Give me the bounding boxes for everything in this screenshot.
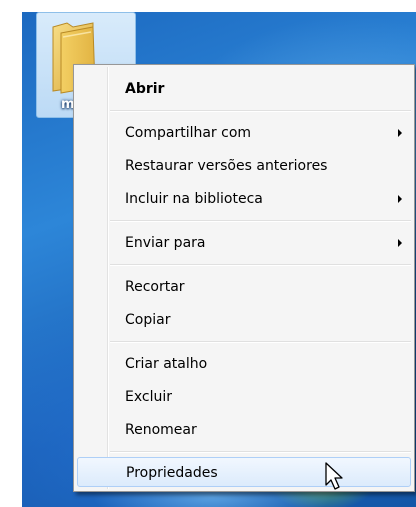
menu-separator [110,220,411,222]
context-menu: Abrir Compartilhar com Restaurar versões… [73,64,415,492]
menu-item-recortar[interactable]: Recortar [77,272,411,302]
menu-item-label: Recortar [125,279,185,295]
menu-separator [110,451,411,453]
menu-item-label: Renomear [125,422,197,438]
menu-item-label: Copiar [125,312,171,328]
menu-item-compartilhar-com[interactable]: Compartilhar com [77,118,411,148]
submenu-arrow-icon [398,239,402,247]
menu-item-label: Propriedades [126,465,218,481]
menu-item-enviar-para[interactable]: Enviar para [77,228,411,258]
menu-item-label: Incluir na biblioteca [125,191,263,207]
menu-item-label: Compartilhar com [125,125,252,141]
menu-item-renomear[interactable]: Renomear [77,415,411,445]
menu-item-label: Enviar para [125,235,206,251]
menu-separator [110,341,411,343]
menu-item-incluir-na-biblioteca[interactable]: Incluir na biblioteca [77,184,411,214]
menu-item-copiar[interactable]: Copiar [77,305,411,335]
submenu-arrow-icon [398,129,402,137]
menu-item-label: Restaurar versões anteriores [125,158,328,174]
arrow-pointer-icon [325,462,347,496]
menu-separator [110,264,411,266]
menu-separator [110,110,411,112]
menu-item-criar-atalho[interactable]: Criar atalho [77,349,411,379]
menu-item-excluir[interactable]: Excluir [77,382,411,412]
menu-item-label: Abrir [125,81,165,97]
submenu-arrow-icon [398,195,402,203]
menu-item-label: Criar atalho [125,356,208,372]
menu-item-restaurar-versoes[interactable]: Restaurar versões anteriores [77,151,411,181]
menu-item-abrir[interactable]: Abrir [77,74,411,104]
menu-item-propriedades[interactable]: Propriedades [77,457,411,487]
menu-item-label: Excluir [125,389,172,405]
